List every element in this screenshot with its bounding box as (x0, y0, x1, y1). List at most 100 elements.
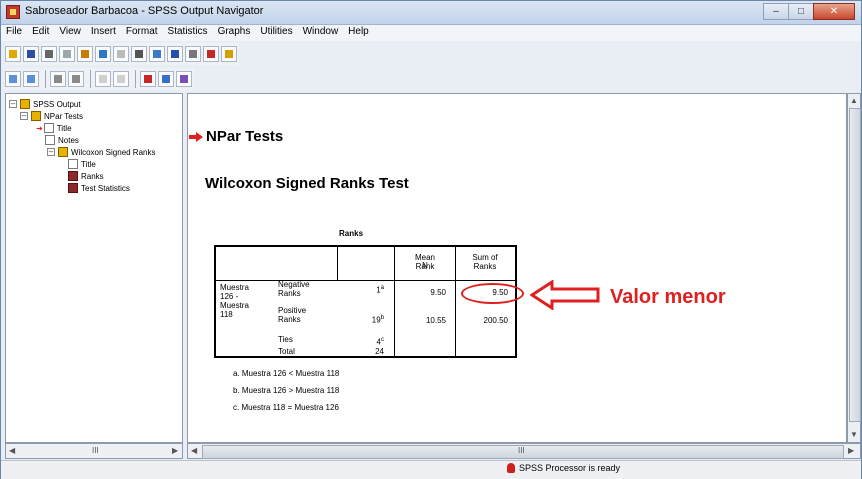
tree-label: Title (56, 123, 72, 133)
scroll-left-icon[interactable]: ◀ (9, 446, 15, 455)
scroll-grip: III (518, 446, 525, 455)
menu-utilities[interactable]: Utilities (255, 25, 297, 37)
npar-tests-heading[interactable]: NPar Tests (206, 128, 283, 145)
n-total: 24 (375, 347, 384, 356)
collapse-toggle[interactable]: – (20, 112, 28, 120)
header-sum-of-ranks: Sum of Ranks (472, 253, 498, 271)
vertical-scroll-thumb[interactable] (849, 108, 861, 422)
insert-heading-icon[interactable] (140, 71, 156, 87)
scroll-left-icon[interactable]: ◀ (191, 446, 197, 455)
menu-bar: File Edit View Insert Format Statistics Graphs… (1, 25, 861, 41)
insert-text-icon[interactable] (176, 71, 192, 87)
highlight-ellipse (461, 283, 524, 304)
minimize-button[interactable]: – (763, 3, 789, 20)
n-value: 19 (371, 315, 381, 325)
menu-format[interactable]: Format (121, 25, 163, 37)
tree-label: Title (81, 159, 96, 169)
row-label-total: Total (278, 347, 295, 356)
tree-item-spss-output[interactable]: SPSS Output (20, 98, 81, 110)
goto-data-icon[interactable] (131, 46, 147, 62)
promote-icon[interactable] (5, 71, 21, 87)
sum-ranks-positive: 200.50 (483, 316, 508, 325)
spss-app-icon (6, 5, 20, 19)
scroll-right-icon[interactable]: ▶ (172, 446, 178, 455)
menu-graphs[interactable]: Graphs (213, 25, 256, 37)
row-label-ties: Ties (278, 335, 293, 344)
save-icon[interactable] (23, 46, 39, 62)
current-item-arrow-icon (189, 132, 203, 142)
close-button[interactable]: ✕ (813, 3, 855, 20)
designate-window-icon[interactable] (203, 46, 219, 62)
notes-icon (45, 135, 55, 145)
collapse-toggle[interactable]: – (47, 148, 55, 156)
current-arrow-icon: ➜ (36, 123, 43, 133)
status-text: SPSS Processor is ready (519, 463, 621, 473)
undo-icon[interactable] (113, 46, 129, 62)
mean-rank-positive: 10.55 (425, 316, 446, 325)
table-icon (68, 183, 78, 193)
tree-label: Notes (58, 135, 79, 145)
print-icon[interactable] (41, 46, 57, 62)
menu-window[interactable]: Window (298, 25, 344, 37)
n-negative: 1a (338, 284, 384, 295)
export-icon[interactable] (77, 46, 93, 62)
menu-view[interactable]: View (54, 25, 86, 37)
menu-file[interactable]: File (1, 25, 27, 37)
status-bar (1, 460, 861, 479)
expand-icon[interactable] (50, 71, 66, 87)
menu-help[interactable]: Help (343, 25, 374, 37)
group-label: Muestra 126 - Muestra 118 (220, 283, 249, 319)
scroll-right-icon[interactable]: ▶ (848, 446, 854, 455)
recall-dialog-icon[interactable] (95, 46, 111, 62)
n-ties: 4c (338, 336, 384, 347)
outline-horizontal-scrollbar[interactable]: ◀ III ▶ (5, 443, 183, 459)
show-icon[interactable] (95, 71, 111, 87)
tree-item-npar-tests[interactable]: NPar Tests (31, 110, 83, 122)
ranks-table-caption: Ranks (339, 229, 364, 238)
menu-statistics[interactable]: Statistics (163, 25, 213, 37)
find-icon[interactable] (185, 46, 201, 62)
wilcoxon-heading[interactable]: Wilcoxon Signed Ranks Test (205, 175, 409, 192)
print-preview-icon[interactable] (59, 46, 75, 62)
scroll-down-icon[interactable]: ▼ (850, 430, 858, 439)
scroll-up-icon[interactable]: ▲ (850, 96, 858, 105)
book-icon (58, 147, 68, 157)
mean-rank-negative: 9.50 (430, 288, 446, 297)
window-controls: – □ ✕ (763, 3, 855, 21)
tree-item-wilcoxon[interactable]: Wilcoxon Signed Ranks (58, 146, 155, 158)
variables-icon[interactable] (167, 46, 183, 62)
insert-title-icon[interactable] (158, 71, 174, 87)
goto-case-icon[interactable] (149, 46, 165, 62)
maximize-button[interactable]: □ (788, 3, 814, 20)
hide-icon[interactable] (113, 71, 129, 87)
run-icon[interactable] (221, 46, 237, 62)
tree-label: Ranks (81, 171, 104, 181)
book-icon (20, 99, 30, 109)
tree-item-ranks[interactable]: Ranks (68, 170, 104, 182)
collapse-icon[interactable] (68, 71, 84, 87)
title-bar: Sabroseador Barbacoa - SPSS Output Navig… (1, 1, 861, 25)
footnote-marker: c (381, 337, 384, 343)
open-file-icon[interactable] (5, 46, 21, 62)
output-horizontal-scrollbar[interactable]: ◀ III ▶ (187, 443, 861, 459)
footnote-a: a. Muestra 126 < Muestra 118 (233, 369, 340, 378)
tree-item-notes[interactable]: Notes (45, 134, 79, 146)
tree-label: SPSS Output (33, 99, 81, 109)
table-icon (68, 171, 78, 181)
collapse-toggle[interactable]: – (9, 100, 17, 108)
tree-label: Wilcoxon Signed Ranks (71, 147, 156, 157)
document-icon (68, 159, 78, 169)
row-label-positive: Positive Ranks (278, 306, 307, 324)
demote-icon[interactable] (23, 71, 39, 87)
tree-item-title[interactable]: ➜ Title (36, 122, 72, 134)
menu-insert[interactable]: Insert (86, 25, 121, 37)
toolbar-separator (135, 70, 136, 88)
outline-toolbar (5, 68, 194, 90)
tree-item-title[interactable]: Title (68, 158, 96, 170)
menu-edit[interactable]: Edit (27, 25, 54, 37)
scroll-grip: III (92, 446, 99, 455)
vertical-scrollbar[interactable]: ▲ ▼ (847, 93, 861, 443)
n-positive: 19b (338, 314, 384, 325)
toolbar-separator (90, 70, 91, 88)
tree-item-test-statistics[interactable]: Test Statistics (68, 182, 130, 194)
